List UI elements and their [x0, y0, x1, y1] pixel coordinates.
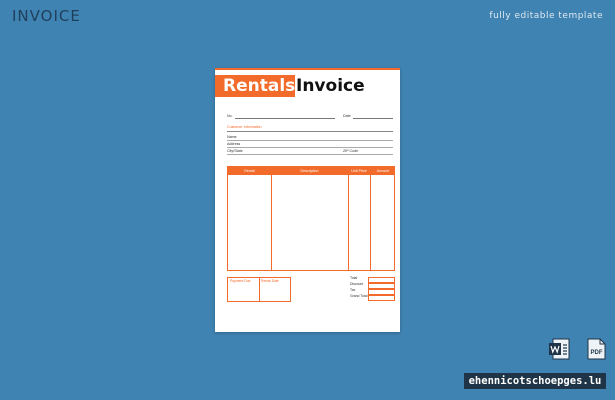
invoice-title-brand: Rentals — [215, 75, 295, 97]
page-title: INVOICE — [12, 7, 81, 25]
payment-box-divider — [259, 278, 260, 301]
summary-tax-label: Tax — [350, 288, 356, 292]
column-divider — [271, 167, 272, 270]
summary-total-label: Total — [350, 276, 358, 280]
customer-info-divider — [227, 131, 393, 132]
column-divider — [348, 167, 349, 270]
rental-date-label: Rental Date — [261, 279, 279, 283]
column-header-unit-price: Unit Price — [351, 168, 367, 173]
header-accent-bar — [215, 68, 400, 70]
payment-due-label: Payment Due — [230, 279, 251, 283]
payment-info-box[interactable]: Payment Due Rental Date — [227, 277, 291, 302]
pdf-icon-label: PDF — [591, 350, 603, 356]
column-header-rental: Rental — [244, 168, 255, 173]
invoice-number-field[interactable] — [235, 118, 335, 119]
column-header-description: Description — [300, 168, 319, 173]
summary-grand-total-label: Grand Total — [350, 294, 368, 298]
invoice-date-label: Date — [343, 114, 351, 118]
invoice-title-rest: Invoice — [296, 76, 365, 96]
customer-address-field[interactable] — [227, 147, 393, 148]
watermark-banner: ehennicotschoepges.lu — [464, 373, 606, 389]
summary-discount-label: Discount — [350, 282, 364, 286]
word-file-icon[interactable] — [548, 337, 572, 361]
customer-city-field[interactable] — [227, 154, 393, 155]
customer-info-header: Customer Information — [227, 125, 262, 129]
invoice-date-field[interactable] — [353, 118, 393, 119]
rental-items-table: Rental Description Unit Price Amount — [227, 166, 395, 271]
column-divider — [370, 167, 371, 270]
invoice-number-label: No. — [227, 114, 233, 118]
invoice-header: Rentals Invoice — [215, 68, 400, 98]
summary-grand-total-field[interactable] — [368, 295, 395, 301]
customer-name-field[interactable] — [227, 140, 393, 141]
page-subtitle: fully editable template — [489, 11, 603, 21]
invoice-document: Rentals Invoice No. Date Customer Inform… — [215, 68, 400, 332]
column-header-amount: Amount — [376, 168, 390, 173]
pdf-file-icon[interactable]: PDF — [584, 337, 608, 361]
